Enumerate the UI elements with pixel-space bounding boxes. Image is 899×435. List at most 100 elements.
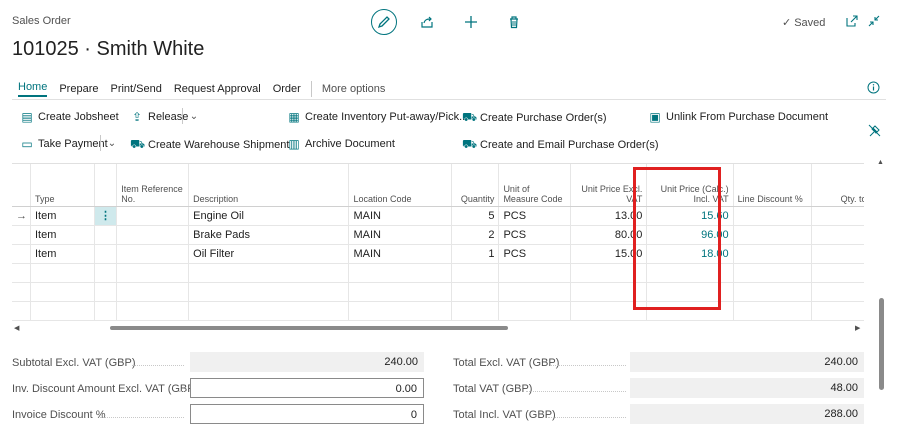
cell-type[interactable]: Item [30, 206, 95, 226]
take-payment-label: Take Payment [38, 138, 108, 150]
cell-uom[interactable]: PCS [498, 244, 572, 264]
inv-discount-label: Inv. Discount Amount Excl. VAT (GBP) [12, 383, 199, 395]
cell-line-discount[interactable] [733, 244, 812, 264]
release-button[interactable]: ⇪ Release [130, 110, 188, 124]
unpin-actions-icon[interactable] [866, 122, 882, 138]
cell-location[interactable]: MAIN [348, 244, 453, 264]
cell-description[interactable]: Brake Pads [188, 225, 350, 245]
subtotal-label: Subtotal Excl. VAT (GBP) [12, 357, 136, 369]
cell-location[interactable]: MAIN [348, 225, 453, 245]
tab-prepare[interactable]: Prepare [59, 83, 98, 95]
saved-label: Saved [794, 16, 826, 29]
archive-label: Archive Document [305, 138, 395, 150]
share-icon[interactable] [414, 9, 440, 35]
inventory-icon: ▦ [288, 110, 300, 124]
inv-discount-field[interactable]: 0.00 [190, 378, 424, 398]
action-bar-nav: Home Prepare Print/Send Request Approval… [18, 81, 385, 97]
cell-description[interactable]: Engine Oil [188, 206, 350, 226]
release-icon: ⇪ [131, 110, 143, 124]
unlink-label: Unlink From Purchase Document [666, 111, 829, 123]
cell-item-ref[interactable] [116, 244, 190, 264]
subtotal-value: 240.00 [190, 352, 424, 372]
table-row[interactable]: Item Oil Filter MAIN 1 PCS 15.00 18.00 1 [12, 244, 864, 264]
cell-quantity[interactable]: 2 [451, 225, 500, 245]
total-excl-value: 240.00 [630, 352, 864, 372]
header-selector [12, 164, 31, 207]
add-new-icon[interactable] [458, 9, 484, 35]
row-actions-menu[interactable]: ⋮ [94, 206, 118, 226]
table-row[interactable]: → Item ⋮ Engine Oil MAIN 5 PCS 13.00 15.… [12, 206, 864, 226]
header-item-ref[interactable]: Item Reference No. [116, 164, 190, 207]
unlink-purchase-button[interactable]: ▣ Unlink From Purchase Document [648, 110, 828, 124]
archive-document-button[interactable]: ▥ Archive Document [287, 137, 395, 151]
email-purchase-icon: ⛟ [462, 137, 478, 151]
nav-divider [310, 81, 312, 97]
cell-type[interactable]: Item [30, 225, 95, 245]
cell-uom[interactable]: PCS [498, 225, 572, 245]
create-warehouse-shipment-button[interactable]: ⛟ Create Warehouse Shipment [130, 137, 289, 153]
header-qty-to-ship[interactable]: Qty. to Ship [811, 164, 864, 207]
shipment-icon: ⛟ [130, 137, 146, 151]
cell-type[interactable]: Item [30, 244, 95, 264]
dotted-leader [178, 391, 186, 392]
cell-qty-to-ship[interactable]: 2 [811, 206, 864, 226]
invoice-discount-pct-field[interactable]: 0 [190, 404, 424, 424]
cell-quantity[interactable]: 5 [451, 206, 500, 226]
more-options-link[interactable]: More options [322, 83, 386, 95]
open-new-window-icon[interactable] [845, 14, 859, 28]
info-icon[interactable] [866, 80, 880, 94]
table-row[interactable]: Item Brake Pads MAIN 2 PCS 80.00 96.00 1 [12, 225, 864, 245]
create-purchase-label: Create Purchase Order(s) [480, 112, 607, 124]
create-inventory-label: Create Inventory Put-away/Pick... [305, 111, 469, 123]
cell-item-ref[interactable] [116, 206, 190, 226]
release-divider [182, 108, 183, 124]
cell-line-discount[interactable] [733, 225, 812, 245]
cell-uom[interactable]: PCS [498, 206, 572, 226]
header-location[interactable]: Location Code [348, 164, 453, 207]
header-description[interactable]: Description [188, 164, 350, 207]
horizontal-scrollbar-thumb[interactable] [110, 326, 508, 330]
vertical-scrollbar-thumb[interactable] [879, 298, 884, 390]
take-payment-button[interactable]: ▭ Take Payment [20, 137, 108, 151]
cell-qty-to-ship[interactable]: 1 [811, 225, 864, 245]
scroll-left-icon[interactable]: ◀ [14, 324, 19, 332]
header-line-discount[interactable]: Line Discount % [733, 164, 812, 207]
chevron-down-icon-2[interactable]: ⌄ [105, 136, 119, 150]
total-vat-label: Total VAT (GBP) [453, 383, 533, 395]
create-jobsheet-button[interactable]: ▤ Create Jobsheet [20, 110, 118, 124]
create-inventory-button[interactable]: ▦ Create Inventory Put-away/Pick... [287, 110, 468, 124]
grid-header-row: Type Item Reference No. Description Loca… [12, 164, 864, 207]
edit-pencil-icon[interactable] [371, 9, 397, 35]
chevron-down-icon[interactable]: ⌄ [187, 109, 201, 123]
tab-home[interactable]: Home [18, 81, 48, 97]
cell-location[interactable]: MAIN [348, 206, 453, 226]
empty-row[interactable] [12, 263, 864, 283]
nav-separator [12, 99, 886, 100]
dotted-leader [548, 417, 626, 418]
tab-print-send[interactable]: Print/Send [110, 83, 161, 95]
header-quantity[interactable]: Quantity [451, 164, 500, 207]
total-vat-value: 48.00 [630, 378, 864, 398]
cell-description[interactable]: Oil Filter [188, 244, 350, 264]
dotted-leader [550, 365, 626, 366]
cell-qty-to-ship[interactable]: 1 [811, 244, 864, 264]
empty-row[interactable] [12, 282, 864, 302]
tab-request-approval[interactable]: Request Approval [174, 83, 261, 95]
payment-divider [100, 135, 101, 151]
header-uom[interactable]: Unit of Measure Code [498, 164, 572, 207]
cell-quantity[interactable]: 1 [451, 244, 500, 264]
create-warehouse-label: Create Warehouse Shipment [148, 139, 290, 151]
empty-row[interactable] [12, 301, 864, 321]
dotted-leader [526, 391, 626, 392]
tab-order[interactable]: Order [273, 83, 301, 95]
cell-item-ref[interactable] [116, 225, 190, 245]
collapse-icon[interactable] [867, 14, 881, 28]
create-email-purchase-button[interactable]: ⛟ Create and Email Purchase Order(s) [462, 137, 659, 153]
cell-line-discount[interactable] [733, 206, 812, 226]
delete-trash-icon[interactable] [501, 9, 527, 35]
create-purchase-order-button[interactable]: ⛟ Create Purchase Order(s) [462, 110, 607, 126]
scroll-right-icon[interactable]: ▶ [855, 324, 860, 332]
page-type-label: Sales Order [12, 15, 71, 27]
header-type[interactable]: Type [30, 164, 95, 207]
scroll-up-icon[interactable]: ▲ [877, 159, 884, 166]
